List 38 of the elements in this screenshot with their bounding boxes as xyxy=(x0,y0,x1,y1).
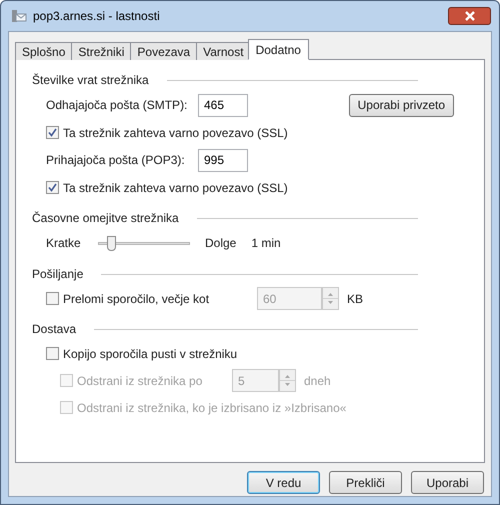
section-title: Časovne omejitve strežnika xyxy=(32,210,179,227)
checkbox[interactable] xyxy=(46,126,59,139)
use-default-button[interactable]: Uporabi privzeto xyxy=(348,94,454,116)
checkbox[interactable] xyxy=(46,347,59,360)
section-title: Številke vrat strežnika xyxy=(32,72,149,89)
section-title: Dostava xyxy=(32,321,76,338)
field-label: Odhajajoča pošta (SMTP): xyxy=(46,97,188,114)
slider-min-label: Kratke xyxy=(46,235,82,252)
unit-label: dneh xyxy=(304,372,331,390)
tab[interactable]: Strežniki xyxy=(71,42,132,60)
spin-buttons[interactable] xyxy=(322,287,339,310)
number-field[interactable]: 995 xyxy=(198,148,248,172)
checkbox-label[interactable]: Kopijo sporočila pusti v strežniku xyxy=(63,344,238,362)
slider-thumb[interactable] xyxy=(106,236,116,251)
dialog-button[interactable]: Prekliči xyxy=(329,471,402,494)
slider-reading: 1 min xyxy=(251,235,281,252)
slider[interactable] xyxy=(98,233,190,253)
mail-server-icon xyxy=(11,8,27,24)
checkbox-label[interactable]: Prelomi sporočilo, večje kot xyxy=(63,290,210,308)
close-icon xyxy=(464,11,476,21)
slider-max-label: Dolge xyxy=(205,235,236,252)
tab[interactable]: Dodatno xyxy=(248,39,309,60)
close-button[interactable] xyxy=(448,7,491,25)
tab[interactable]: Varnost xyxy=(196,42,251,60)
checkbox-label[interactable]: Ta strežnik zahteva varno povezavo (SSL) xyxy=(63,124,288,142)
tab[interactable]: Povezava xyxy=(130,42,198,60)
checkbox[interactable] xyxy=(46,292,59,305)
section-title: Pošiljanje xyxy=(32,266,84,283)
dialog-button[interactable]: Uporabi xyxy=(411,471,484,494)
tab[interactable]: Splošno xyxy=(15,42,72,60)
checkbox-label[interactable]: Ta strežnik zahteva varno povezavo (SSL) xyxy=(63,178,288,196)
unit-label: KB xyxy=(347,290,364,308)
dialog-button[interactable]: V redu xyxy=(247,471,320,494)
spin-buttons[interactable] xyxy=(279,369,296,392)
field-label: Prihajajoča pošta (POP3): xyxy=(46,152,186,169)
window-title: pop3.arnes.si - lastnosti xyxy=(33,8,160,25)
number-field[interactable]: 465 xyxy=(198,94,248,116)
checkbox[interactable] xyxy=(46,181,59,194)
